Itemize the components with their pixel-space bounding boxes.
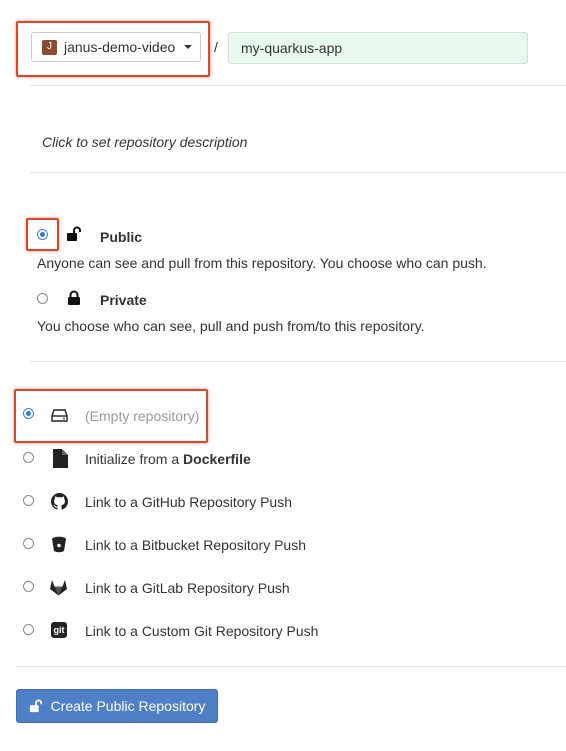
public-label: Public xyxy=(100,229,143,245)
description-field[interactable]: Click to set repository description xyxy=(42,134,247,150)
git-icon: git xyxy=(51,622,67,638)
divider xyxy=(16,666,566,667)
create-repository-button[interactable]: Create Public Repository xyxy=(16,689,218,723)
private-label: Private xyxy=(100,292,147,308)
drive-icon xyxy=(51,408,68,422)
init-option-radio-custom-git[interactable] xyxy=(23,624,34,635)
init-option-label-dockerfile: Initialize from a Dockerfile xyxy=(85,451,251,467)
path-separator: / xyxy=(214,39,218,55)
init-option-label-empty: (Empty repository) xyxy=(85,408,200,424)
init-option-label-bitbucket: Link to a Bitbucket Repository Push xyxy=(85,537,307,553)
bitbucket-icon xyxy=(51,536,67,553)
gitlab-icon xyxy=(49,579,68,596)
lock-icon xyxy=(67,290,81,306)
private-radio[interactable] xyxy=(37,293,48,304)
unlock-icon xyxy=(29,699,43,713)
dockerfile-label-prefix: Initialize from a xyxy=(85,451,184,467)
init-option-radio-dockerfile[interactable] xyxy=(23,452,34,463)
public-description: Anyone can see and pull from this reposi… xyxy=(37,255,487,271)
init-option-radio-gitlab[interactable] xyxy=(23,581,34,592)
namespace-avatar: J xyxy=(42,39,57,55)
chevron-down-icon xyxy=(184,45,193,49)
file-icon xyxy=(52,449,68,468)
init-option-radio-empty[interactable] xyxy=(23,408,34,419)
init-option-label-custom-git: Link to a Custom Git Repository Push xyxy=(85,623,319,639)
namespace-dropdown[interactable]: J janus-demo-video xyxy=(31,32,201,62)
unlock-icon xyxy=(66,226,82,242)
create-button-label: Create Public Repository xyxy=(50,698,206,714)
init-option-radio-github[interactable] xyxy=(23,495,34,506)
divider xyxy=(30,85,566,86)
init-option-label-gitlab: Link to a GitLab Repository Push xyxy=(85,580,290,596)
dockerfile-label-bold: Dockerfile xyxy=(183,451,251,467)
github-icon xyxy=(51,493,68,510)
init-option-radio-bitbucket[interactable] xyxy=(23,538,34,549)
divider xyxy=(30,172,566,173)
namespace-name: janus-demo-video xyxy=(64,39,176,55)
repository-name-input[interactable] xyxy=(228,32,528,64)
private-description: You choose who can see, pull and push fr… xyxy=(37,318,425,334)
public-radio[interactable] xyxy=(37,229,48,240)
divider xyxy=(30,361,566,362)
init-option-label-github: Link to a GitHub Repository Push xyxy=(85,494,292,510)
